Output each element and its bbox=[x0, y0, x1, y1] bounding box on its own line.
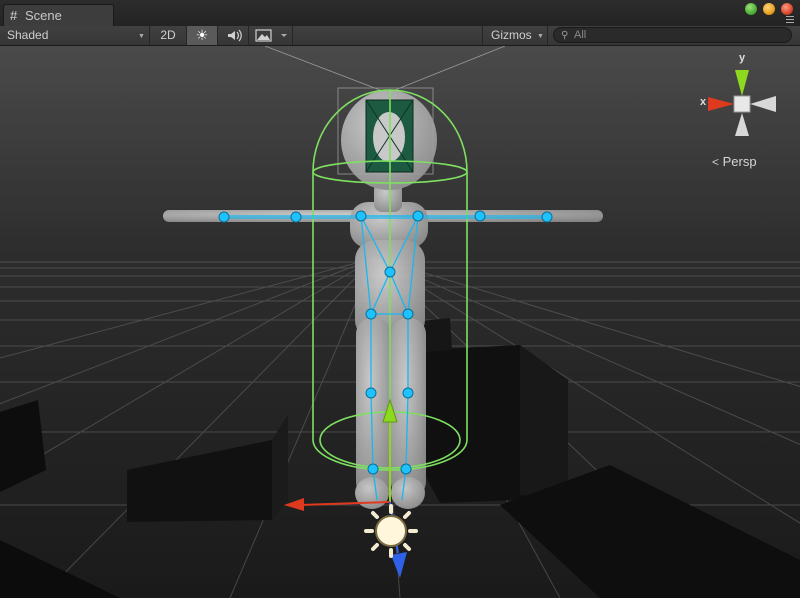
tab-scene-label: Scene bbox=[25, 8, 62, 23]
scene-toolbar: Shaded ▼ 2D ☀ Gizmos ▼ ⚲ All bbox=[0, 26, 800, 46]
projection-toggle[interactable]: < Persp bbox=[712, 154, 757, 169]
light-gizmo-icon[interactable] bbox=[364, 504, 418, 558]
effects-toggle-button[interactable] bbox=[249, 26, 293, 45]
projection-label: Persp bbox=[722, 154, 757, 169]
gizmo-x-label: x bbox=[700, 96, 707, 108]
tab-bar: # Scene bbox=[0, 0, 800, 26]
maximize-button[interactable] bbox=[763, 3, 775, 15]
shading-mode-label: Shaded bbox=[7, 28, 49, 42]
2d-toggle-label: 2D bbox=[160, 28, 176, 42]
2d-toggle-button[interactable]: 2D bbox=[150, 26, 187, 45]
search-input[interactable]: ⚲ All bbox=[553, 27, 792, 43]
close-button[interactable] bbox=[781, 3, 793, 15]
minimize-button[interactable] bbox=[745, 3, 757, 15]
lighting-toggle-button[interactable]: ☀ bbox=[187, 26, 218, 45]
perspective-icon: < bbox=[712, 155, 720, 169]
gizmo-y-label: y bbox=[739, 52, 746, 64]
tab-scene[interactable]: # Scene bbox=[3, 4, 114, 26]
shading-mode-dropdown[interactable]: Shaded ▼ bbox=[0, 26, 150, 45]
gizmos-label: Gizmos bbox=[491, 28, 532, 42]
sun-icon: ☀ bbox=[195, 27, 209, 43]
search-icon: ⚲ bbox=[561, 30, 569, 41]
gizmos-dropdown[interactable]: Gizmos ▼ bbox=[482, 26, 548, 45]
speaker-icon bbox=[228, 29, 242, 42]
panel-menu-icon[interactable] bbox=[784, 16, 794, 24]
chevron-down-icon: ▼ bbox=[537, 33, 544, 40]
image-icon bbox=[255, 29, 287, 42]
hash-grid-icon: # bbox=[10, 8, 18, 23]
scene-viewport[interactable]: y x < Persp bbox=[0, 46, 800, 598]
search-value: All bbox=[574, 29, 587, 41]
audio-toggle-button[interactable] bbox=[218, 26, 249, 45]
chevron-down-icon: ▼ bbox=[138, 33, 145, 40]
